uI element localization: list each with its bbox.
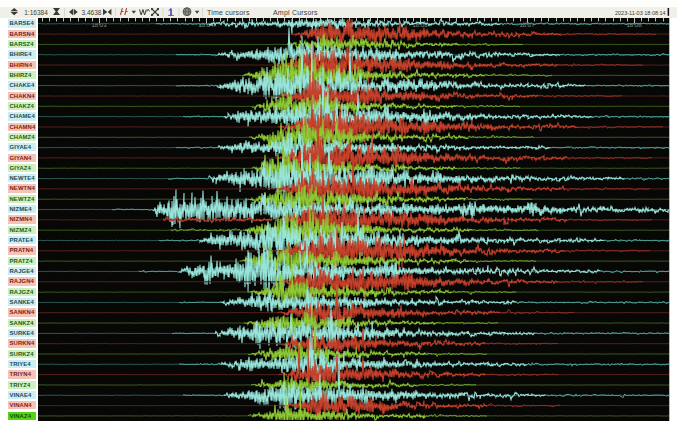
svg-text:18:03: 18:03 [91, 22, 107, 28]
